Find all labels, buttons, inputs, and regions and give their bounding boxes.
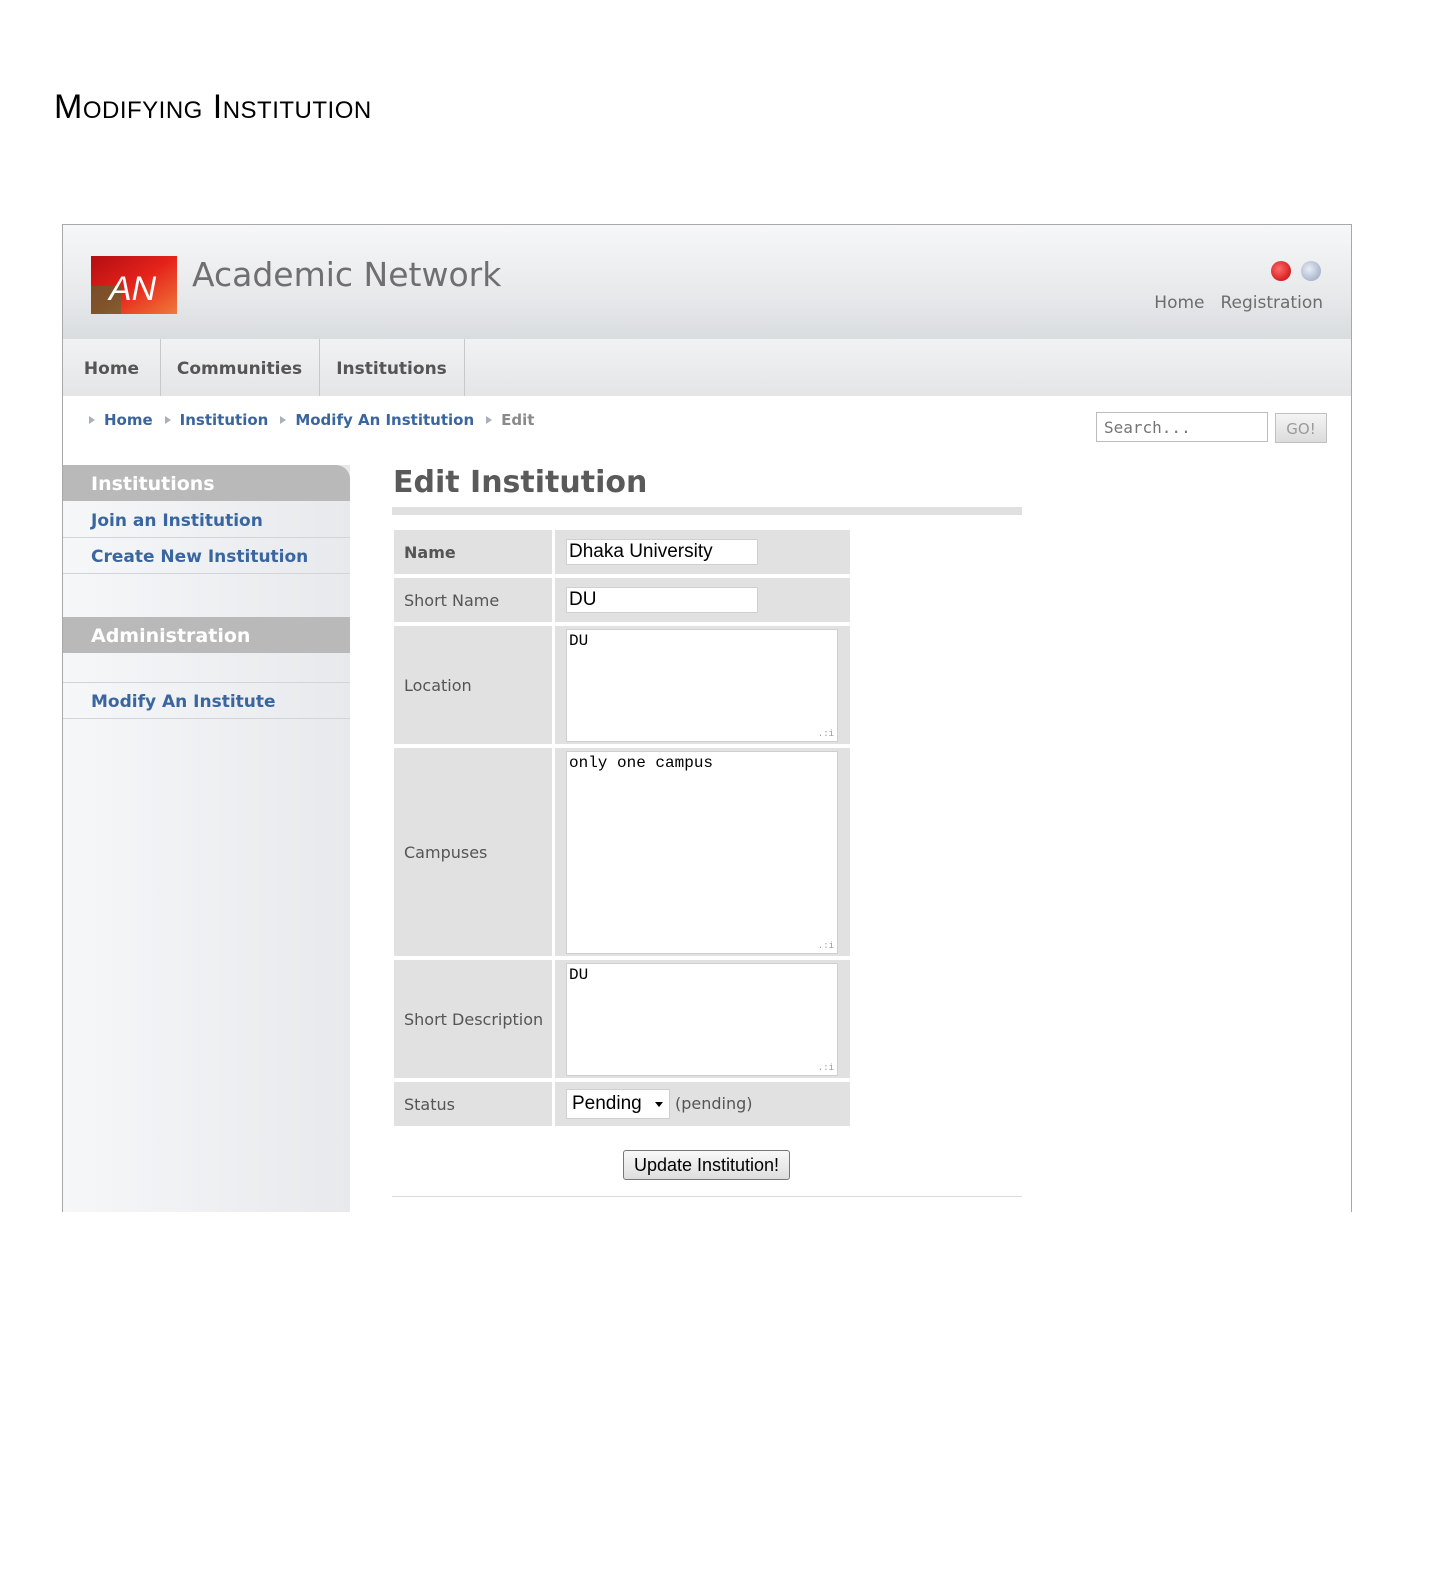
breadcrumb-home[interactable]: Home <box>104 411 153 429</box>
status-note: (pending) <box>675 1094 753 1113</box>
sidebar-item-create-institution[interactable]: Create New Institution <box>63 538 350 574</box>
form-row-name: Name Dhaka University <box>394 530 850 574</box>
top-icons <box>1271 261 1321 281</box>
chevron-down-icon <box>655 1102 663 1107</box>
short-name-cell: DU <box>555 578 850 622</box>
browser-page: AN Academic Network Home Registration Ho… <box>62 224 1352 1212</box>
campuses-textarea[interactable]: only one campus .:i <box>566 751 838 954</box>
sidebar: Institutions Join an Institution Create … <box>63 465 350 1212</box>
user-icon[interactable] <box>1301 261 1321 281</box>
short-description-text: DU <box>569 966 589 984</box>
breadcrumb-edit: Edit <box>501 411 535 429</box>
short-name-label: Short Name <box>394 578 552 622</box>
location-cell: DU .:i <box>555 626 850 744</box>
sidebar-item-modify-institute[interactable]: Modify An Institute <box>63 683 350 719</box>
update-institution-button[interactable]: Update Institution! <box>623 1150 790 1180</box>
form-row-short-description: Short Description DU .:i <box>394 960 850 1078</box>
nav-tab-communities[interactable]: Communities <box>160 339 320 396</box>
status-select[interactable]: Pending <box>566 1089 670 1119</box>
short-description-cell: DU .:i <box>555 960 850 1078</box>
campuses-text: only one campus <box>569 754 714 772</box>
breadcrumb-arrow-icon <box>89 416 95 424</box>
search-go-button[interactable]: GO! <box>1275 413 1327 443</box>
campuses-label: Campuses <box>394 748 552 956</box>
short-name-field[interactable]: DU <box>566 587 758 613</box>
nav-tab-home[interactable]: Home <box>63 339 161 396</box>
form-row-location: Location DU .:i <box>394 626 850 744</box>
breadcrumb-arrow-icon <box>280 416 287 424</box>
location-text: DU <box>569 632 589 650</box>
academic-network-logo[interactable]: AN <box>91 256 177 314</box>
logo-text: AN <box>107 270 157 308</box>
form-row-campuses: Campuses only one campus .:i <box>394 748 850 956</box>
resize-grip-icon[interactable]: .:i <box>818 1063 834 1073</box>
breadcrumb-modify-institution[interactable]: Modify An Institution <box>295 411 474 429</box>
short-description-label: Short Description <box>394 960 552 1078</box>
status-cell: Pending (pending) <box>555 1082 850 1126</box>
site-title[interactable]: Academic Network <box>192 255 501 294</box>
nav-tab-institutions[interactable]: Institutions <box>319 339 465 396</box>
form-row-short-name: Short Name DU <box>394 578 850 622</box>
status-selected-value: Pending <box>572 1093 642 1114</box>
search-input[interactable] <box>1096 412 1268 442</box>
resize-grip-icon[interactable]: .:i <box>818 729 834 739</box>
form-bottom-divider <box>392 1196 1022 1197</box>
site-header: AN Academic Network Home Registration <box>63 225 1351 341</box>
breadcrumb-arrow-icon <box>486 416 493 424</box>
campuses-cell: only one campus .:i <box>555 748 850 956</box>
document-heading: Modifying Institution <box>54 88 372 126</box>
sidebar-heading-institutions: Institutions <box>63 465 350 501</box>
page-title: Edit Institution <box>393 465 648 500</box>
name-label: Name <box>394 530 552 574</box>
form-row-status: Status Pending (pending) <box>394 1082 850 1126</box>
title-underline <box>392 507 1022 515</box>
breadcrumb-institution[interactable]: Institution <box>180 411 269 429</box>
short-description-textarea[interactable]: DU .:i <box>566 963 838 1076</box>
name-field[interactable]: Dhaka University <box>566 539 758 565</box>
top-link-registration[interactable]: Registration <box>1220 293 1323 313</box>
top-link-home[interactable]: Home <box>1154 293 1204 313</box>
resize-grip-icon[interactable]: .:i <box>818 941 834 951</box>
main-nav: Home Communities Institutions <box>63 339 1351 396</box>
location-label: Location <box>394 626 552 744</box>
top-links: Home Registration <box>1154 293 1323 313</box>
breadcrumb-arrow-icon <box>164 416 171 424</box>
breadcrumb: Home Institution Modify An Institution E… <box>85 411 534 429</box>
power-icon[interactable] <box>1271 261 1291 281</box>
sidebar-heading-administration: Administration <box>63 617 350 653</box>
sidebar-item-join-institution[interactable]: Join an Institution <box>63 502 350 538</box>
status-label: Status <box>394 1082 552 1126</box>
location-textarea[interactable]: DU .:i <box>566 629 838 742</box>
name-cell: Dhaka University <box>555 530 850 574</box>
